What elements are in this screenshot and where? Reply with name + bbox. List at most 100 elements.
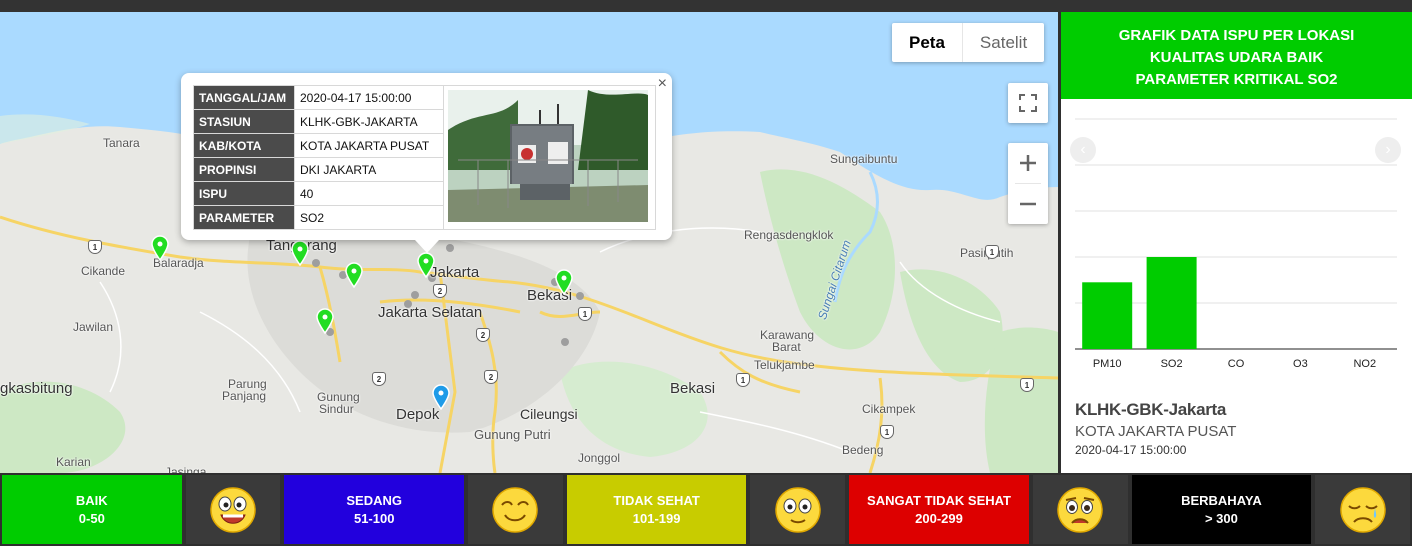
row-value: DKI JAKARTA xyxy=(294,157,444,182)
place-label: Cikampek xyxy=(862,402,916,416)
row-label: PROPINSI xyxy=(193,157,295,182)
station-photo xyxy=(448,90,648,222)
row-label: ISPU xyxy=(193,181,295,206)
green-station-marker[interactable] xyxy=(151,235,169,261)
green-station-marker[interactable] xyxy=(316,308,334,334)
plus-icon xyxy=(1020,155,1036,171)
road-shield: 1 xyxy=(1020,378,1034,392)
row-label: KAB/KOTA xyxy=(193,133,295,158)
row-label: STASIUN xyxy=(193,109,295,134)
panel-header: GRAFIK DATA ISPU PER LOKASI KUALITAS UDA… xyxy=(1061,12,1412,99)
row-value: 40 xyxy=(294,181,444,206)
zoom-in-button[interactable] xyxy=(1008,143,1048,183)
neutral-face-icon xyxy=(775,486,821,533)
table-row: TANGGAL/JAM 2020-04-17 15:00:00 xyxy=(193,85,656,230)
place-label: Gunung Putri xyxy=(474,427,551,442)
grinning-face-icon xyxy=(210,486,256,533)
legend-range: > 300 xyxy=(1204,510,1238,526)
row-value: KOTA JAKARTA PUSAT xyxy=(294,133,444,158)
blue-station-marker[interactable] xyxy=(432,384,450,410)
road-shield: 1 xyxy=(985,245,999,259)
legend-sangat-tidak-sehat: SANGAT TIDAK SEHAT 200-299 xyxy=(847,473,1031,546)
legend-sedang: SEDANG 51-100 xyxy=(282,473,467,546)
green-station-marker[interactable] xyxy=(291,240,309,266)
place-label: Jawilan xyxy=(73,320,114,334)
map-view[interactable]: Tanara Sungaibuntu Tangerang Balaradja C… xyxy=(0,12,1058,473)
panel-title: GRAFIK DATA ISPU PER LOKASI xyxy=(1118,27,1355,44)
x-tick-label: O3 xyxy=(1293,358,1308,370)
road-shield: 1 xyxy=(88,240,102,254)
legend-face xyxy=(466,473,565,546)
legend-face xyxy=(1313,473,1412,546)
ispu-bar-chart: PM10 SO2 CO O3 NO2 xyxy=(1075,118,1397,370)
legend-range: 200-299 xyxy=(915,510,963,526)
row-value: KLHK-GBK-JAKARTA xyxy=(294,109,444,134)
place-label: Jonggol xyxy=(578,451,621,465)
fullscreen-button[interactable] xyxy=(1008,83,1048,123)
station-timestamp: 2020-04-17 15:00:00 xyxy=(1075,443,1187,457)
legend-label: SANGAT TIDAK SEHAT xyxy=(867,492,1011,508)
legend-range: 101-199 xyxy=(632,510,681,526)
place-label: Bekasi xyxy=(670,380,716,397)
road-shield: 2 xyxy=(433,284,447,298)
map-type-satellite-button[interactable]: Satelit xyxy=(963,23,1044,62)
green-station-marker[interactable] xyxy=(555,269,573,295)
place-label: Cikande xyxy=(81,264,126,278)
close-popup-button[interactable]: × xyxy=(658,75,667,93)
green-station-marker[interactable] xyxy=(417,252,435,278)
x-tick-label: CO xyxy=(1228,358,1245,370)
map-type-control: Peta Satelit xyxy=(892,23,1045,62)
bar-pm10[interactable] xyxy=(1082,282,1133,349)
zoom-out-button[interactable] xyxy=(1008,184,1048,224)
legend-label: BAIK xyxy=(75,492,108,508)
row-value: SO2 xyxy=(294,205,444,230)
legend-tidak-sehat: TIDAK SEHAT 101-199 xyxy=(564,473,749,546)
road-shield: 1 xyxy=(578,307,592,321)
place-label: Barat xyxy=(772,340,801,354)
air-quality-status: KUALITAS UDARA BAIK xyxy=(1149,49,1324,66)
road-shield: 1 xyxy=(736,373,750,387)
place-label: Jakarta Selatan xyxy=(378,304,483,321)
station-photo-cell xyxy=(443,85,656,230)
chevron-right-icon: › xyxy=(1385,141,1391,158)
x-tick-label: PM10 xyxy=(1093,358,1122,370)
legend-berbahaya: BERBAHAYA > 300 xyxy=(1129,473,1314,546)
station-city: KOTA JAKARTA PUSAT xyxy=(1075,423,1237,440)
place-label: Sindur xyxy=(319,402,354,416)
legend-label: BERBAHAYA xyxy=(1181,492,1262,508)
place-label: gkasbitung xyxy=(0,380,73,397)
station-info-table: TANGGAL/JAM 2020-04-17 15:00:00 STASIUN … xyxy=(193,85,656,230)
ispu-legend: BAIK 0-50 SEDANG 51-100 TIDAK SEHAT 101-… xyxy=(0,473,1412,546)
road-shield: 2 xyxy=(372,372,386,386)
green-station-marker[interactable] xyxy=(345,262,363,288)
sick-face-icon xyxy=(1339,486,1386,533)
legend-label: SEDANG xyxy=(346,492,403,508)
legend-range: 0-50 xyxy=(78,510,105,526)
legend-face xyxy=(748,473,848,546)
row-label: TANGGAL/JAM xyxy=(193,85,295,110)
place-label: Tanara xyxy=(103,136,140,150)
legend-face xyxy=(183,473,283,546)
fullscreen-icon xyxy=(1019,94,1037,112)
bar-so2[interactable] xyxy=(1146,257,1197,349)
next-chart-button[interactable]: › xyxy=(1375,137,1401,163)
worried-face-icon xyxy=(1057,486,1103,533)
prev-chart-button[interactable]: ‹ xyxy=(1070,137,1096,163)
ispu-chart-panel: GRAFIK DATA ISPU PER LOKASI KUALITAS UDA… xyxy=(1061,12,1412,473)
place-label: Cileungsi xyxy=(520,406,578,422)
place-label: Jakarta xyxy=(430,264,480,281)
x-tick-label: NO2 xyxy=(1353,358,1376,370)
minus-icon xyxy=(1020,202,1036,206)
station-info-popup: × TANGGAL/JAM 2020-04-17 15:00:00 STASIU… xyxy=(181,73,672,253)
row-value: 2020-04-17 15:00:00 xyxy=(294,85,444,110)
x-tick-label: SO2 xyxy=(1161,358,1183,370)
place-label: Bedeng xyxy=(842,443,884,457)
map-type-map-button[interactable]: Peta xyxy=(892,23,963,62)
road-shield: 2 xyxy=(476,328,490,342)
road-shield: 1 xyxy=(880,425,894,439)
place-label: Karian xyxy=(56,455,91,469)
place-label: Telukjambe xyxy=(754,358,815,372)
row-label: PARAMETER xyxy=(193,205,295,230)
zoom-control xyxy=(1008,143,1048,224)
place-label: Jasinga xyxy=(165,465,207,473)
